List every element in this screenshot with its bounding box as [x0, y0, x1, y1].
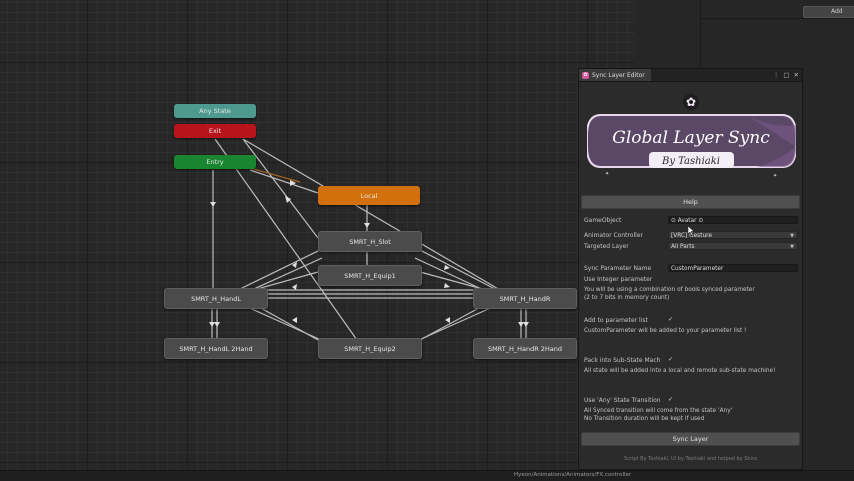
- window-controls: ⋮ □ ✕: [773, 69, 799, 81]
- window-header: ✿ Sync Layer Editor ⋮ □ ✕: [579, 69, 802, 82]
- credits-footer: Script By Tashiaki, UI by Tashiaki and h…: [624, 456, 757, 462]
- state-node-handl[interactable]: SMRT_H_HandL: [164, 288, 268, 309]
- exit-node[interactable]: Exit: [174, 124, 256, 138]
- any-state-transition-info-2: No Transition duration will be kept if u…: [584, 416, 705, 422]
- use-integer-info-1: You will be using a combination of bools…: [584, 287, 755, 293]
- state-node-handl-2hand[interactable]: SMRT_H_HandL 2Hand: [164, 338, 268, 359]
- use-integer-checkbox[interactable]: [668, 276, 674, 282]
- state-node-handr-2hand[interactable]: SMRT_H_HandR 2Hand: [473, 338, 577, 359]
- targeted-layer-value: All Parts: [671, 244, 695, 250]
- gameobject-label: GameObject: [584, 217, 622, 224]
- help-button[interactable]: Help: [581, 195, 800, 209]
- close-icon[interactable]: ✕: [794, 71, 799, 79]
- chevron-down-icon: ▼: [790, 244, 794, 250]
- object-icon: ⊙: [671, 218, 676, 224]
- use-integer-info-2: (2 to 7 bits in memory count): [584, 295, 670, 301]
- gameobject-value: Avatar: [677, 218, 697, 224]
- window-tab[interactable]: ✿ Sync Layer Editor: [579, 69, 651, 81]
- mouse-cursor-icon: [688, 226, 695, 236]
- more-options-icon[interactable]: ⋮: [773, 71, 780, 79]
- controller-path: Hyeon/Animations/Animators/FX.controller: [514, 472, 632, 478]
- local-state-node[interactable]: Local: [318, 186, 420, 205]
- banner-subtitle: By Tashiaki: [661, 156, 720, 167]
- gameobject-field[interactable]: ⊙ Avatar ⊙: [668, 216, 798, 224]
- add-to-parameter-list-checkbox[interactable]: ✓: [668, 317, 674, 323]
- use-integer-label: Use Integer parameter: [584, 276, 653, 283]
- panel-separator: [700, 18, 854, 19]
- sync-layer-button[interactable]: Sync Layer: [581, 432, 800, 446]
- chevron-down-icon: ▼: [790, 233, 794, 239]
- state-node-equip2[interactable]: SMRT_H_Equip2: [318, 338, 422, 359]
- add-to-parameter-list-info: CustomParameter will be added to your pa…: [584, 328, 747, 334]
- pack-into-substate-info: All state will be added into a local and…: [584, 368, 776, 374]
- svg-text:✿: ✿: [686, 95, 696, 109]
- animator-controller-label: Animator Controller: [584, 232, 644, 239]
- status-bar: Hyeon/Animations/Animators/FX.controller: [0, 470, 854, 481]
- object-picker-icon[interactable]: ⊙: [698, 218, 703, 224]
- maximize-icon[interactable]: □: [783, 71, 789, 79]
- sync-layer-editor-window: ✿ Sync Layer Editor ⋮ □ ✕ ✿ Global Layer…: [578, 68, 803, 470]
- sync-parameter-name-label: Sync Parameter Name: [584, 265, 652, 272]
- add-button[interactable]: Add: [803, 6, 854, 18]
- state-node-slot[interactable]: SMRT_H_Slot: [318, 231, 422, 252]
- svg-text:✦: ✦: [605, 171, 609, 177]
- pack-into-substate-checkbox[interactable]: ✓: [668, 357, 674, 363]
- any-state-transition-info-1: All Synced transition will come from the…: [584, 408, 733, 414]
- svg-text:✦: ✦: [773, 173, 777, 179]
- any-state-transition-label: Use 'Any' State Transition: [584, 397, 661, 404]
- targeted-layer-dropdown[interactable]: All Parts ▼: [668, 242, 798, 250]
- editor-icon: ✿: [582, 71, 589, 79]
- window-title: Sync Layer Editor: [592, 71, 645, 79]
- sync-parameter-name-input[interactable]: CustomParameter: [668, 264, 798, 272]
- animator-graph-canvas[interactable]: Any State Exit Entry Local SMRT_H_Slot S…: [0, 0, 635, 470]
- global-layer-sync-banner: ✿ Global Layer Sync By Tashiaki ✦ ✦: [587, 89, 796, 185]
- state-node-equip1[interactable]: SMRT_H_Equip1: [318, 265, 422, 286]
- pack-into-substate-label: Pack into Sub-State Mach: [584, 357, 661, 364]
- entry-node[interactable]: Entry: [174, 155, 256, 169]
- any-state-node[interactable]: Any State: [174, 104, 256, 118]
- banner-title: Global Layer Sync: [612, 128, 770, 148]
- state-node-handr[interactable]: SMRT_H_HandR: [473, 288, 577, 309]
- add-to-parameter-list-label: Add to parameter list: [584, 317, 648, 324]
- any-state-transition-checkbox[interactable]: ✓: [668, 397, 674, 403]
- targeted-layer-label: Targeted Layer: [584, 243, 629, 250]
